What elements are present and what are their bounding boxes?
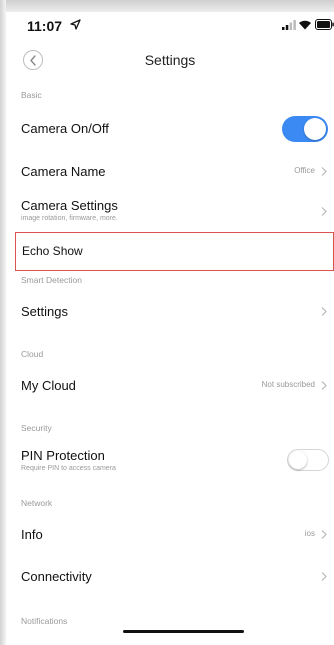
my-cloud-row[interactable]: My Cloud Not subscribed xyxy=(6,368,334,402)
location-arrow-icon xyxy=(70,19,81,30)
phone-screen: 11:07 Settings Basic Camera On/Off Camer… xyxy=(6,12,334,645)
my-cloud-label: My Cloud xyxy=(21,378,76,393)
camera-settings-label: Camera Settings xyxy=(21,198,118,213)
section-header-security: Security xyxy=(21,423,52,433)
camera-settings-row[interactable]: Camera Settings image rotation, firmware… xyxy=(6,192,334,228)
connectivity-label: Connectivity xyxy=(21,569,92,584)
toggle-knob xyxy=(289,451,307,469)
info-value: ios xyxy=(304,529,315,538)
cellular-signal-icon xyxy=(282,20,296,30)
status-bar: 11:07 xyxy=(6,12,334,38)
echo-show-label: Echo Show xyxy=(22,244,83,258)
pin-protection-subtitle: Require PIN to access camera xyxy=(21,465,116,472)
chevron-right-icon xyxy=(321,207,327,216)
home-indicator[interactable] xyxy=(123,630,244,633)
chevron-right-icon xyxy=(321,572,327,581)
camera-name-value: Office xyxy=(294,166,315,175)
toggle-knob xyxy=(304,118,326,140)
camera-onoff-label: Camera On/Off xyxy=(21,121,109,136)
chevron-right-icon xyxy=(321,530,327,539)
smart-detection-settings-label: Settings xyxy=(21,304,68,319)
info-label: Info xyxy=(21,527,43,542)
camera-onoff-toggle[interactable] xyxy=(282,116,328,142)
section-header-basic: Basic xyxy=(21,90,42,100)
chevron-right-icon xyxy=(321,381,327,390)
camera-settings-subtitle: image rotation, firmware, more. xyxy=(21,215,118,222)
section-header-cloud: Cloud xyxy=(21,349,44,359)
camera-onoff-row[interactable]: Camera On/Off xyxy=(6,112,334,146)
section-header-network: Network xyxy=(21,498,53,508)
info-row[interactable]: Info ios xyxy=(6,517,334,551)
background-edge xyxy=(0,0,334,12)
smart-detection-settings-row[interactable]: Settings xyxy=(6,294,334,328)
echo-show-row[interactable]: Echo Show xyxy=(15,232,334,271)
section-header-smart-detection: Smart Detection xyxy=(21,275,82,285)
chevron-right-icon xyxy=(321,167,327,176)
my-cloud-value: Not subscribed xyxy=(261,380,315,389)
wifi-icon xyxy=(299,20,311,30)
status-time: 11:07 xyxy=(27,18,63,34)
pin-protection-label: PIN Protection xyxy=(21,448,105,463)
page-title: Settings xyxy=(144,52,196,68)
chevron-right-icon xyxy=(321,307,327,316)
battery-icon xyxy=(315,19,334,30)
pin-protection-row[interactable]: PIN Protection Require PIN to access cam… xyxy=(6,442,334,478)
camera-name-label: Camera Name xyxy=(21,164,106,179)
camera-name-row[interactable]: Camera Name Office xyxy=(6,156,334,186)
pin-protection-toggle[interactable] xyxy=(287,449,329,471)
section-header-notifications: Notifications xyxy=(21,616,68,626)
connectivity-row[interactable]: Connectivity xyxy=(6,559,334,593)
